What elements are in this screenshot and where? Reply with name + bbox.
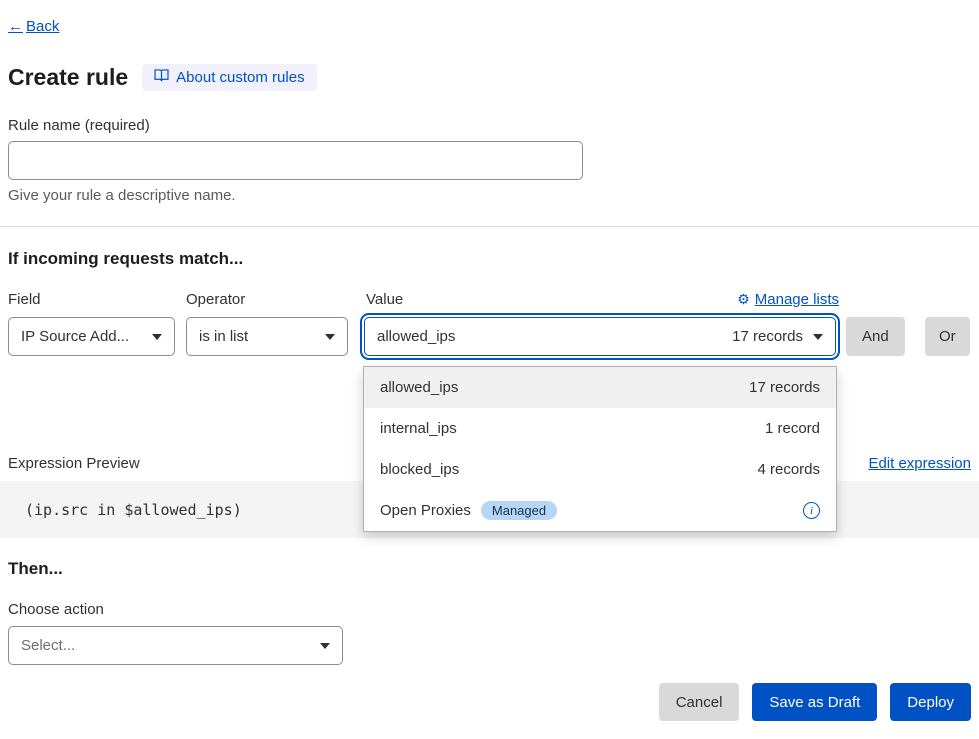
chevron-down-icon [320, 643, 330, 649]
value-column-label: Value [366, 291, 403, 308]
value-select-records: 17 records [732, 328, 803, 345]
about-custom-rules-link[interactable]: About custom rules [142, 64, 316, 91]
value-select-value: allowed_ips [377, 328, 455, 345]
operator-select[interactable]: is in list [186, 317, 348, 356]
value-select-dropdown: allowed_ips 17 records internal_ips 1 re… [363, 366, 837, 532]
deploy-button[interactable]: Deploy [890, 683, 971, 721]
back-arrow-icon: ← [8, 18, 23, 35]
then-section-title: Then... [8, 559, 63, 579]
back-label: Back [26, 18, 59, 35]
rule-name-input[interactable] [8, 141, 583, 180]
list-item-allowed-ips[interactable]: allowed_ips 17 records [364, 367, 836, 408]
list-item-internal-ips[interactable]: internal_ips 1 record [364, 408, 836, 449]
choose-action-label: Choose action [8, 601, 104, 618]
book-icon [154, 69, 169, 86]
cancel-button[interactable]: Cancel [659, 683, 740, 721]
and-button[interactable]: And [846, 317, 905, 356]
field-column-label: Field [8, 291, 41, 308]
match-section-title: If incoming requests match... [8, 249, 243, 269]
edit-expression-link[interactable]: Edit expression [868, 455, 971, 472]
manage-lists-link[interactable]: ⚙ Manage lists [737, 291, 839, 308]
list-item-blocked-ips[interactable]: blocked_ips 4 records [364, 449, 836, 490]
list-item-name: blocked_ips [380, 461, 459, 478]
operator-select-value: is in list [199, 328, 248, 345]
info-icon[interactable]: i [803, 502, 820, 519]
list-item-detail: 1 record [765, 420, 820, 437]
section-divider [0, 226, 979, 227]
operator-column-label: Operator [186, 291, 245, 308]
page-title: Create rule [8, 64, 128, 91]
rule-name-label: Rule name (required) [8, 117, 150, 134]
list-item-name: allowed_ips [380, 379, 458, 396]
footer-actions: Cancel Save as Draft Deploy [659, 683, 971, 721]
save-as-draft-button[interactable]: Save as Draft [752, 683, 877, 721]
back-link[interactable]: ←Back [8, 18, 59, 35]
title-row: Create rule About custom rules [8, 64, 317, 91]
managed-badge: Managed [481, 501, 557, 520]
expression-code-text: (ip.src in $allowed_ips) [25, 501, 242, 519]
value-select[interactable]: allowed_ips 17 records [364, 317, 836, 356]
or-button[interactable]: Or [925, 317, 970, 356]
list-item-name: Open Proxies [380, 502, 471, 519]
action-select[interactable]: Select... [8, 626, 343, 665]
chevron-down-icon [152, 334, 162, 340]
about-custom-rules-label: About custom rules [176, 69, 304, 86]
list-item-detail: 4 records [757, 461, 820, 478]
list-item-open-proxies[interactable]: Open Proxies Managed i [364, 490, 836, 531]
create-rule-page: ←Back Create rule About custom rules Rul… [0, 0, 979, 739]
chevron-down-icon [325, 334, 335, 340]
manage-lists-label: Manage lists [755, 291, 839, 308]
list-item-name: internal_ips [380, 420, 457, 437]
field-select[interactable]: IP Source Add... [8, 317, 175, 356]
gear-icon: ⚙ [737, 291, 750, 308]
rule-name-helper: Give your rule a descriptive name. [8, 187, 236, 204]
expression-preview-label: Expression Preview [8, 455, 140, 472]
action-select-placeholder: Select... [21, 637, 75, 654]
chevron-down-icon [813, 334, 823, 340]
field-select-value: IP Source Add... [21, 328, 129, 345]
list-item-detail: 17 records [749, 379, 820, 396]
